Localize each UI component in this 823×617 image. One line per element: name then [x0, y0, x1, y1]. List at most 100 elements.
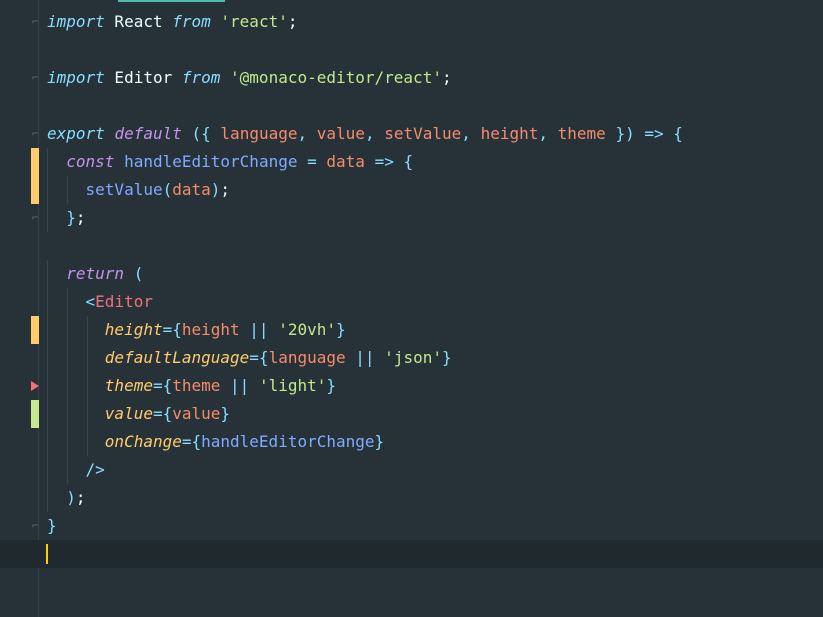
fold-icon[interactable]: ⌐ [32, 72, 41, 83]
code-token: } [374, 432, 385, 451]
code-line[interactable] [0, 540, 823, 568]
code-token: } [47, 516, 57, 535]
fold-icon[interactable]: ⌐ [32, 128, 41, 139]
code-token: data [172, 180, 211, 199]
code-text: <Editor [47, 288, 153, 316]
code-text: value={value} [47, 400, 230, 428]
code-token: ={ [181, 432, 202, 451]
code-line[interactable]: ⌐ import Editor from '@monaco-editor/reac… [0, 64, 823, 92]
code-token: || [249, 320, 269, 339]
code-line[interactable] [0, 36, 823, 64]
code-line[interactable]: ⌐ export default ({ language, value, setV… [0, 120, 823, 148]
code-line[interactable] [0, 92, 823, 120]
code-text: return ( [47, 260, 143, 288]
code-line[interactable]: setValue(data); [0, 176, 823, 204]
code-token: React [104, 12, 173, 31]
code-token: ; [287, 12, 298, 31]
code-line[interactable]: const handleEditorChange = data => { [0, 148, 823, 176]
code-token: , [538, 124, 548, 143]
code-line[interactable]: defaultLanguage={language || 'json'} [0, 344, 823, 372]
active-tab-indicator [118, 0, 225, 2]
code-token: value [172, 404, 221, 423]
code-token: } [441, 348, 452, 367]
fold-icon[interactable]: ⌐ [32, 520, 41, 531]
modified-line-marker[interactable] [31, 148, 39, 176]
code-text: export default ({ language, value, setVa… [47, 120, 683, 148]
code-line[interactable]: /> [0, 456, 823, 484]
code-token: defaultLanguage [104, 348, 250, 367]
code-line[interactable]: return ( [0, 260, 823, 288]
fold-icon[interactable]: ⌐ [32, 212, 41, 223]
code-token: ) [210, 180, 221, 199]
code-token: '20vh' [278, 320, 336, 339]
deleted-line-marker[interactable] [31, 381, 39, 391]
code-token: ; [220, 180, 231, 199]
code-text: height={height || '20vh'} [47, 316, 346, 344]
code-token: default [114, 124, 182, 143]
code-token: const [66, 152, 115, 171]
code-line[interactable]: theme={theme || 'light'} [0, 372, 823, 400]
code-line[interactable]: ); [0, 484, 823, 512]
text-cursor [46, 544, 48, 564]
modified-line-marker[interactable] [31, 316, 39, 344]
code-token: ={ [152, 404, 173, 423]
code-token: return [66, 264, 125, 283]
code-text: theme={theme || 'light'} [47, 372, 336, 400]
code-token: 'light' [258, 376, 327, 395]
code-token: /> [85, 460, 105, 479]
code-line[interactable]: ⌐ }; [0, 204, 823, 232]
code-text: } [47, 512, 57, 540]
code-text: defaultLanguage={language || 'json'} [47, 344, 452, 372]
code-text: import Editor from '@monaco-editor/react… [47, 64, 452, 92]
code-token: '@monaco-editor/react' [230, 68, 442, 87]
code-token: } [326, 376, 337, 395]
code-token: } [220, 404, 231, 423]
fold-icon[interactable]: ⌐ [32, 16, 41, 27]
code-token: ={ [152, 376, 173, 395]
code-line[interactable]: value={value} [0, 400, 823, 428]
code-token: Editor [95, 292, 153, 311]
added-line-marker[interactable] [31, 400, 39, 428]
code-token: setValue [85, 180, 163, 199]
code-token: || [230, 376, 250, 395]
code-line[interactable] [0, 232, 823, 260]
code-token: import [47, 68, 105, 87]
code-line[interactable]: height={height || '20vh'} [0, 316, 823, 344]
code-token: ; [441, 68, 452, 87]
code-token: ( [162, 180, 173, 199]
code-token: } [336, 320, 346, 339]
code-token: height [181, 320, 240, 339]
code-token: language [220, 124, 298, 143]
code-line[interactable]: ⌐ import React from 'react'; [0, 8, 823, 36]
code-token: ={ [249, 348, 269, 367]
code-line[interactable]: <Editor [0, 288, 823, 316]
code-token: theme [172, 376, 221, 395]
code-line[interactable]: onChange={handleEditorChange} [0, 428, 823, 456]
code-token: export [47, 124, 105, 143]
code-text: /> [47, 456, 105, 484]
modified-line-marker[interactable] [31, 176, 39, 204]
code-text: setValue(data); [47, 176, 231, 204]
code-token: from [172, 12, 211, 31]
code-text: ); [47, 484, 85, 512]
code-token: Editor [104, 68, 182, 87]
code-line[interactable]: ⌐} [0, 512, 823, 540]
code-token: data [326, 152, 365, 171]
